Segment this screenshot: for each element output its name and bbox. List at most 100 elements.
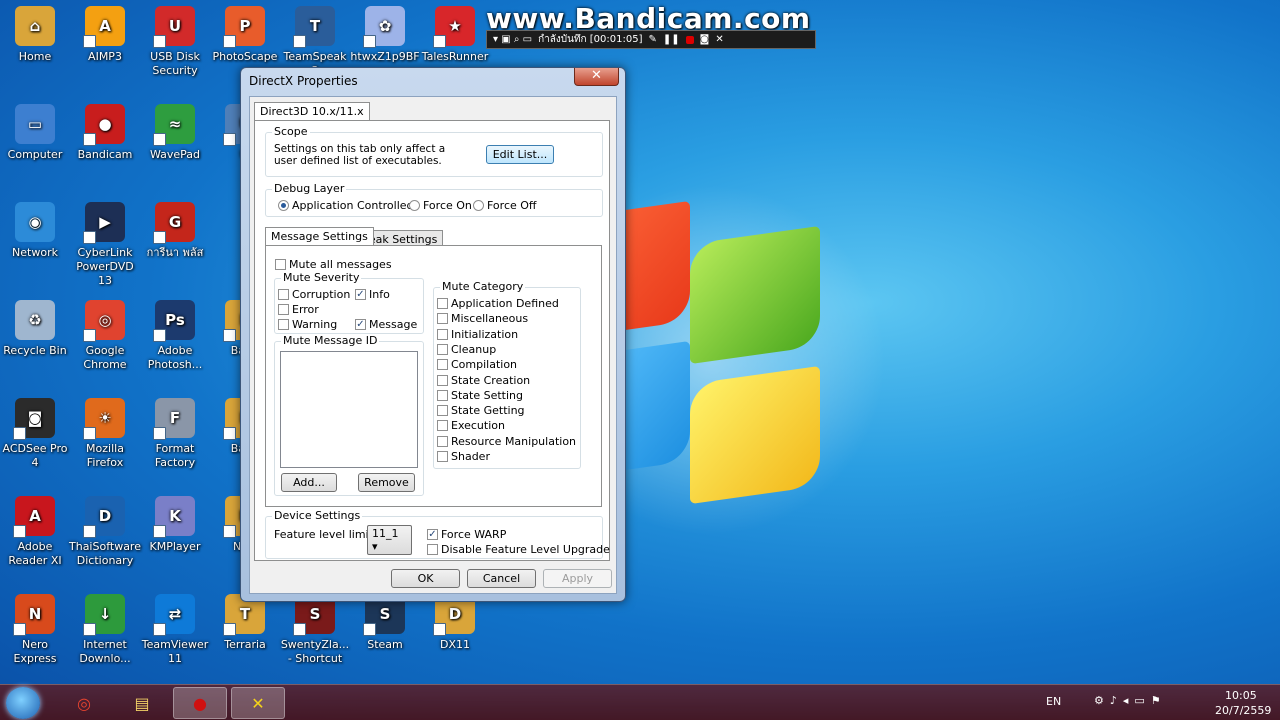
taskbar-explorer-icon[interactable]: ▤ [115,687,169,719]
chrome-shortcut[interactable]: ◎ Google Chrome [69,300,141,372]
camera-icon[interactable]: ◙ [700,34,710,45]
clock-date[interactable]: 20/7/2559 [1215,704,1271,717]
photoshop-shortcut[interactable]: Ps Adobe Photosh... [139,300,211,372]
checkbox-label: Info [369,288,390,301]
radio-force-on[interactable]: Force On [409,199,472,212]
info-checkbox[interactable]: ✓ Info [355,288,390,301]
taskbar-chrome-icon[interactable]: ◎ [57,687,111,719]
radio-label: Force Off [487,199,537,212]
recording-menu-icon[interactable]: ▾ ▣ ⌕ ▭ [493,34,532,45]
desktop-icon-label: AIMP3 [88,50,122,63]
tab-message-settings[interactable]: Message Settings [265,227,374,245]
radio-force-off[interactable]: Force Off [473,199,537,212]
desktop-icon-label: Format Factory [154,442,196,469]
teamviewer-shortcut[interactable]: ⇄ TeamViewer 11 [139,594,211,666]
message-checkbox[interactable]: ✓ Message [355,318,417,331]
desktop-icon-label: Google Chrome [83,344,127,371]
tray-icons[interactable]: ⚙♪◂▭⚑ [1094,694,1167,707]
add-button[interactable]: Add... [281,473,337,492]
start-button[interactable] [6,687,40,719]
checkbox-icon [437,420,448,432]
window-title: DirectX Properties [249,74,358,88]
taskbar-bandicam-icon[interactable]: ● [173,687,227,719]
recycle-bin-shortcut[interactable]: ♻ Recycle Bin [0,300,71,358]
network-icon: ◉ [15,202,55,242]
thaisoftware-dictionary-shortcut[interactable]: D ThaiSoftware Dictionary [69,496,141,568]
internet-download-manager-shortcut[interactable]: ↓ Internet Downlo... [69,594,141,666]
photoscape-shortcut[interactable]: P PhotoScape [209,6,281,64]
windows-logo-green [690,225,820,365]
remove-button[interactable]: Remove [358,473,415,492]
pause-icon[interactable]: ❚❚ [663,34,680,45]
game-shortcut-shortcut[interactable]: S SwentyZla... - Shortcut [279,594,351,666]
usb-disk-security-shortcut[interactable]: U USB Disk Security [139,6,211,78]
dx11-folder-shortcut[interactable]: D DX11 [419,594,491,652]
wavepad-shortcut[interactable]: ≈ WavePad [139,104,211,162]
desktop-icon-label: Adobe Photosh... [147,344,203,371]
garena-plus-shortcut[interactable]: G การีนา พลัส [139,202,211,260]
steam-shortcut[interactable]: S Steam [349,594,421,652]
pencil-icon[interactable]: ✎ [648,34,656,45]
language-indicator[interactable]: EN [1046,695,1061,708]
checkbox-label: Corruption [292,288,351,301]
checkbox-icon [275,259,286,270]
desktop-icon-label: Steam [367,638,403,651]
thaisoftware-dictionary-icon: D [83,496,125,538]
anime-image-shortcut[interactable]: ✿ htwxZ1p9BF [349,6,421,64]
stop-record-icon[interactable] [685,35,694,44]
radio-application-controlled[interactable]: Application Controlled [278,199,414,212]
format-factory-shortcut[interactable]: F Format Factory [139,398,211,470]
wavepad-icon: ≈ [153,104,195,146]
category-checkbox[interactable]: Resource Manipulation [437,435,576,448]
ok-button[interactable]: OK [391,569,460,588]
network-shortcut[interactable]: ◉ Network [0,202,71,260]
force-warp-checkbox[interactable]: ✓ Force WARP [427,528,506,541]
cancel-button[interactable]: Cancel [467,569,536,588]
close-recorder-icon[interactable]: ✕ [715,34,723,45]
adobe-reader-shortcut[interactable]: A Adobe Reader XI [0,496,71,568]
message-id-list[interactable] [280,351,418,468]
corruption-checkbox[interactable]: Corruption [278,288,350,301]
clock-time[interactable]: 10:05 [1225,689,1257,702]
desktop-icon-label: Network [12,246,58,259]
tab-direct3d[interactable]: Direct3D 10.x/11.x [254,102,370,120]
terraria-folder-shortcut[interactable]: T Terraria [209,594,281,652]
feature-level-dropdown[interactable]: 11_1 ▾ [367,525,412,555]
disable-upgrade-checkbox[interactable]: Disable Feature Level Upgrade [427,543,610,556]
category-checkbox[interactable]: State Setting [437,389,523,402]
desktop-icon-label: Computer [7,148,63,161]
computer-shortcut[interactable]: ▭ Computer [0,104,71,162]
acdsee-shortcut[interactable]: ◙ ACDSee Pro 4 [0,398,71,470]
aimp3-shortcut[interactable]: A AIMP3 [69,6,141,64]
recording-toolbar[interactable]: ▾ ▣ ⌕ ▭ กำลังบันทึก [00:01:05] ✎ ❚❚ ◙ ✕ [486,30,816,49]
close-button[interactable]: ✕ [574,68,619,86]
kmplayer-shortcut[interactable]: K KMPlayer [139,496,211,554]
feature-level-label: Feature level limit: [274,528,377,541]
nero-express-shortcut[interactable]: N Nero Express [0,594,71,666]
home-shortcut[interactable]: ⌂ Home [0,6,71,64]
edit-list-button[interactable]: Edit List... [486,145,554,164]
warning-checkbox[interactable]: Warning [278,318,337,331]
bandicam-shortcut[interactable]: ● Bandicam [69,104,141,162]
checkmark-icon: ✓ [427,529,438,540]
mute-all-checkbox[interactable]: Mute all messages [275,258,392,271]
category-checkbox[interactable]: Execution [437,419,505,432]
checkbox-label: Error [292,303,319,316]
error-checkbox[interactable]: Error [278,303,319,316]
category-checkbox[interactable]: Shader [437,450,490,463]
category-checkbox[interactable]: State Getting [437,404,525,417]
windows-logo-yellow [690,365,820,505]
apply-button[interactable]: Apply [543,569,612,588]
category-checkbox[interactable]: Application Defined [437,297,559,310]
category-checkbox[interactable]: Cleanup [437,343,496,356]
category-checkbox[interactable]: State Creation [437,374,530,387]
category-checkbox[interactable]: Miscellaneous [437,312,528,325]
firefox-shortcut[interactable]: ☀ Mozilla Firefox [69,398,141,470]
category-checkbox[interactable]: Compilation [437,358,517,371]
checkbox-label: Cleanup [451,342,497,356]
talesrunner-shortcut[interactable]: ★ TalesRunner [419,6,491,64]
powerdvd-shortcut[interactable]: ▶ CyberLink PowerDVD 13 [69,202,141,288]
directx-properties-window: DirectX Properties ✕ Direct3D 10.x/11.x … [240,67,626,602]
taskbar-directx-icon[interactable]: ✕ [231,687,285,719]
category-checkbox[interactable]: Initialization [437,328,518,341]
